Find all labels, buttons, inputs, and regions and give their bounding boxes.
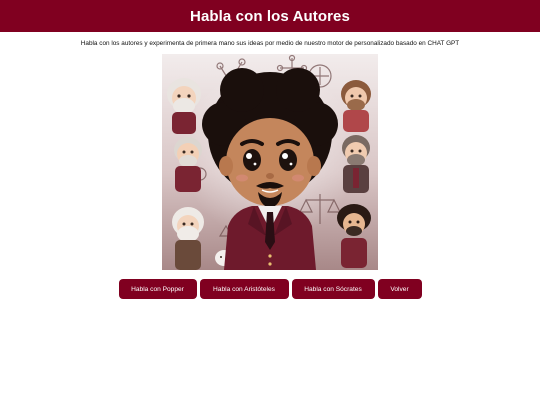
authors-illustration [162,54,378,270]
page-title: Habla con los Autores [190,7,350,25]
habla-con-aristoteles-button[interactable]: Habla con Aristóteles [199,279,289,299]
habla-con-popper-button[interactable]: Habla con Popper [118,279,197,299]
volver-button[interactable]: Volver [377,279,422,299]
page-header: Habla con los Autores [0,0,540,32]
action-buttons: Habla con Popper Habla con Aristóteles H… [0,279,540,299]
intro-text: Habla con los autores y experimenta de p… [80,40,460,47]
habla-con-socrates-button[interactable]: Habla con Sócrates [291,279,375,299]
